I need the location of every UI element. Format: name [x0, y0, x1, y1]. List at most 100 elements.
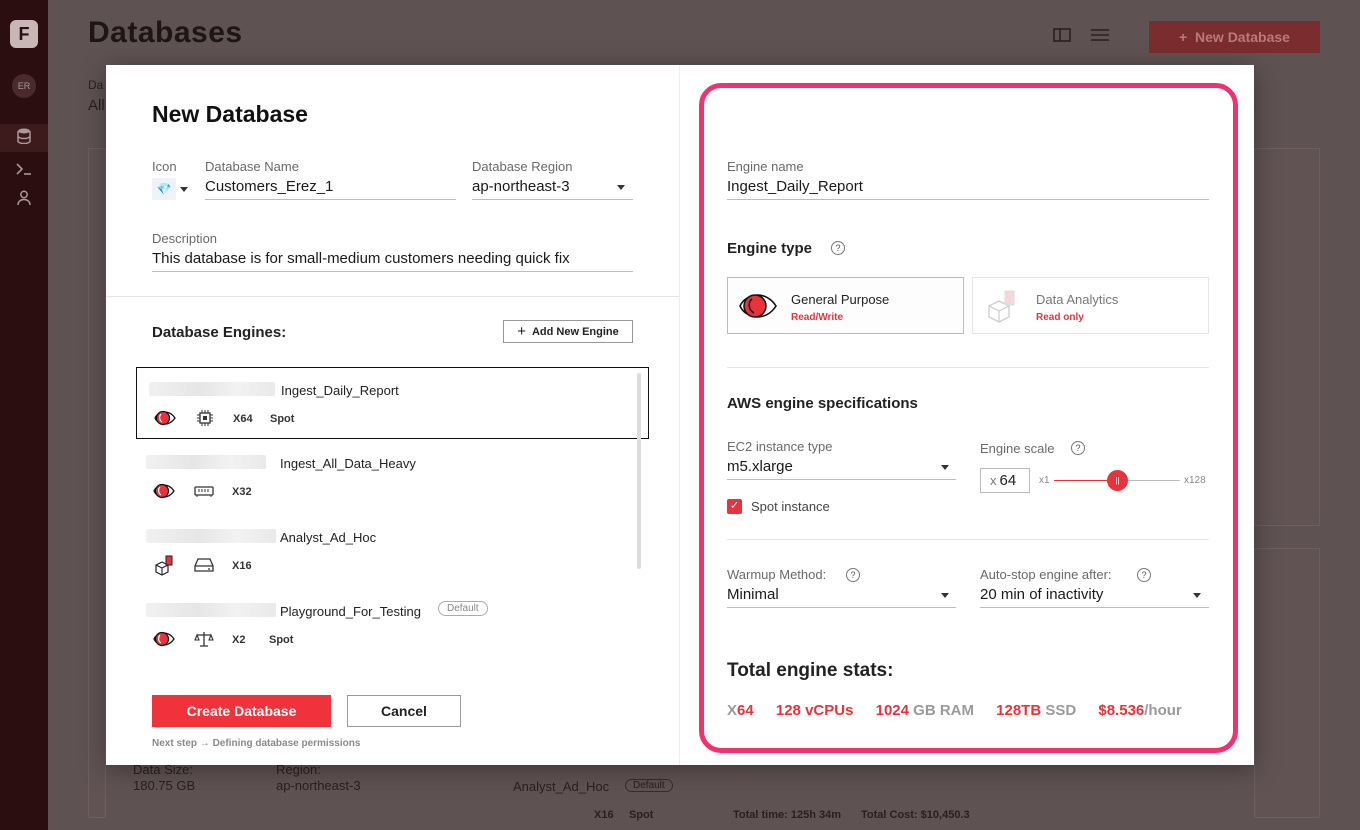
database-name-label: Database Name: [205, 159, 299, 174]
spot-instance-checkbox[interactable]: ✓: [727, 499, 742, 514]
bg-total-time: Total time: 125h 34m: [733, 809, 841, 821]
icon-label: Icon: [152, 159, 177, 174]
firebolt-logo-icon[interactable]: F: [10, 20, 38, 48]
user-icon[interactable]: [14, 190, 34, 210]
add-new-engine-label: Add New Engine: [531, 326, 619, 338]
database-region-label: Database Region: [472, 159, 573, 174]
add-new-engine-button[interactable]: + Add New Engine: [503, 320, 633, 343]
layout-toggle-icon[interactable]: [1053, 28, 1071, 47]
bg-filter-value[interactable]: All: [88, 97, 105, 114]
section-divider: [727, 367, 1209, 368]
bg-engine-spot: Spot: [629, 809, 654, 821]
bg-filter-label: Da: [88, 78, 104, 92]
icon-chevron-down-icon[interactable]: [180, 187, 188, 192]
stat-ram-value: 1024: [875, 702, 909, 719]
section-divider: [727, 539, 1209, 540]
engine-name-input[interactable]: Ingest_Daily_Report: [727, 178, 863, 195]
general-purpose-title: General Purpose: [791, 292, 890, 307]
data-analytics-title: Data Analytics: [1036, 292, 1119, 307]
help-icon[interactable]: ?: [1071, 441, 1085, 455]
balance-icon: [194, 631, 214, 647]
stat-cost: $8.536/hour: [1098, 702, 1181, 719]
auto-stop-chevron-down-icon[interactable]: [1193, 593, 1201, 598]
aws-specs-heading: AWS engine specifications: [727, 395, 918, 412]
description-underline: [152, 271, 633, 272]
help-icon[interactable]: ?: [846, 568, 860, 582]
engine-list-item[interactable]: Playground_For_Testing Default X2 Spot: [136, 589, 649, 661]
stat-scale-prefix: X: [727, 702, 738, 719]
new-database-button[interactable]: + New Database: [1149, 21, 1320, 53]
bg-card-right: [1254, 148, 1320, 526]
create-database-button[interactable]: Create Database: [152, 695, 331, 727]
general-purpose-engine-icon: [152, 629, 176, 649]
general-purpose-subtitle: Read/Write: [791, 312, 844, 323]
database-details-pane: New Database Icon 💎 Database Name Custom…: [106, 65, 679, 765]
region-chevron-down-icon[interactable]: [617, 185, 625, 190]
warmup-chevron-down-icon[interactable]: [941, 593, 949, 598]
engine-scale: X16: [232, 560, 252, 572]
cpu-icon: [195, 410, 215, 426]
new-database-modal: New Database Icon 💎 Database Name Custom…: [106, 65, 1254, 765]
modal-title: New Database: [152, 101, 308, 127]
stat-ram: 1024 GB RAM: [876, 702, 974, 719]
terminal-icon[interactable]: [14, 160, 34, 180]
data-analytics-card[interactable]: Data Analytics Read only: [972, 277, 1209, 334]
menu-icon[interactable]: [1091, 28, 1109, 47]
engine-name: Playground_For_Testing: [280, 604, 421, 619]
engine-name-label: Engine name: [727, 159, 804, 174]
engine-scale: X64: [233, 413, 253, 425]
gem-icon[interactable]: 💎: [152, 178, 176, 200]
sidebar: F ER: [0, 0, 48, 830]
database-region-underline: [472, 199, 633, 200]
avatar[interactable]: ER: [12, 74, 36, 98]
bg-engine-badge: Default: [625, 779, 673, 792]
help-icon[interactable]: ?: [1137, 568, 1151, 582]
stat-vcpus-value: 128: [775, 702, 801, 719]
ec2-instance-label: EC2 instance type: [727, 439, 833, 454]
stat-scale: X64: [727, 702, 754, 719]
disk-icon: [194, 557, 214, 573]
next-step-hint: Next step → Defining database permission…: [152, 738, 361, 749]
auto-stop-select[interactable]: 20 min of inactivity: [980, 586, 1103, 603]
engine-scale-input[interactable]: x 64: [980, 468, 1030, 493]
engine-blurred-id: [149, 382, 275, 396]
engine-list-item[interactable]: Ingest_Daily_Report X64 Spot: [136, 367, 649, 439]
stat-scale-value: 64: [737, 702, 754, 719]
engine-list-scrollbar[interactable]: [637, 373, 641, 569]
engine-scale-slider-thumb[interactable]: ||: [1107, 470, 1128, 491]
bg-card-left: [88, 148, 106, 818]
warmup-method-select[interactable]: Minimal: [727, 586, 779, 603]
engine-settings-pane: Engine name Ingest_Daily_Report Engine t…: [679, 65, 1254, 765]
general-purpose-card[interactable]: General Purpose Read/Write: [727, 277, 964, 334]
engine-scale: X2: [232, 634, 246, 646]
bg-total-cost: Total Cost: $10,450.3: [861, 809, 970, 821]
description-input[interactable]: This database is for small-medium custom…: [152, 250, 570, 267]
database-region-select[interactable]: ap-northeast-3: [472, 178, 570, 195]
ec2-instance-underline: [727, 479, 956, 480]
ec2-instance-select[interactable]: m5.xlarge: [727, 458, 793, 475]
stat-ram-unit: GB RAM: [913, 702, 974, 719]
ec2-chevron-down-icon[interactable]: [941, 465, 949, 470]
bg-engine-scale: X16: [594, 809, 614, 821]
cancel-button[interactable]: Cancel: [347, 695, 461, 727]
description-label: Description: [152, 231, 218, 246]
stat-vcpus: 128 vCPUs: [776, 702, 854, 719]
engine-list-item[interactable]: Analyst_Ad_Hoc X16: [136, 515, 649, 587]
stat-cost-value: $8.536: [1098, 702, 1145, 719]
bg-engine-name: Analyst_Ad_Hoc: [513, 779, 610, 794]
help-icon[interactable]: ?: [831, 241, 845, 255]
database-icon[interactable]: [14, 128, 34, 148]
total-stats-row: X64 128 vCPUs 1024 GB RAM 128TB SSD $8.5…: [727, 702, 1200, 719]
bg-card-right-2: [1254, 548, 1320, 818]
new-database-label: New Database: [1195, 29, 1290, 45]
database-name-input[interactable]: Customers_Erez_1: [205, 178, 333, 195]
stat-cost-unit: /hour: [1144, 702, 1182, 719]
scale-value: 64: [999, 472, 1017, 489]
engine-list-item[interactable]: Ingest_All_Data_Heavy X32: [136, 441, 649, 513]
engine-blurred-id: [146, 603, 276, 617]
engine-list: Ingest_Daily_Report X64 Spot Ingest_All_…: [136, 367, 651, 677]
default-badge: Default: [438, 601, 488, 616]
engine-name: Ingest_All_Data_Heavy: [280, 456, 416, 471]
stat-ssd: 128TB SSD: [996, 702, 1076, 719]
engine-name: Analyst_Ad_Hoc: [280, 530, 377, 545]
